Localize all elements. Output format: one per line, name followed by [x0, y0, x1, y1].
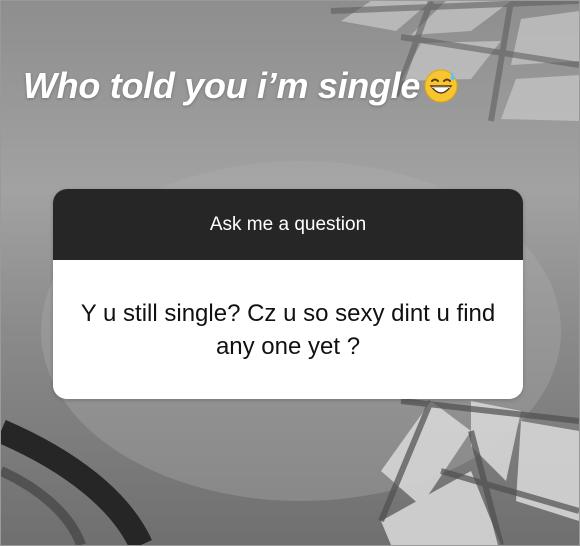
question-sticker: Ask me a question Y u still single? Cz u…: [53, 189, 523, 399]
story-frame: Who told you i’m single Ask me a questio…: [0, 0, 580, 546]
story-caption: Who told you i’m single: [23, 65, 459, 107]
caption-text: Who told you i’m single: [23, 65, 421, 106]
question-sticker-body: Y u still single? Cz u so sexy dint u fi…: [53, 260, 523, 399]
question-sticker-title: Ask me a question: [209, 213, 367, 235]
question-text: Y u still single? Cz u so sexy dint u fi…: [80, 299, 496, 360]
question-sticker-header: Ask me a question: [53, 189, 523, 260]
grinning-face-with-sweat-icon: [424, 69, 458, 103]
